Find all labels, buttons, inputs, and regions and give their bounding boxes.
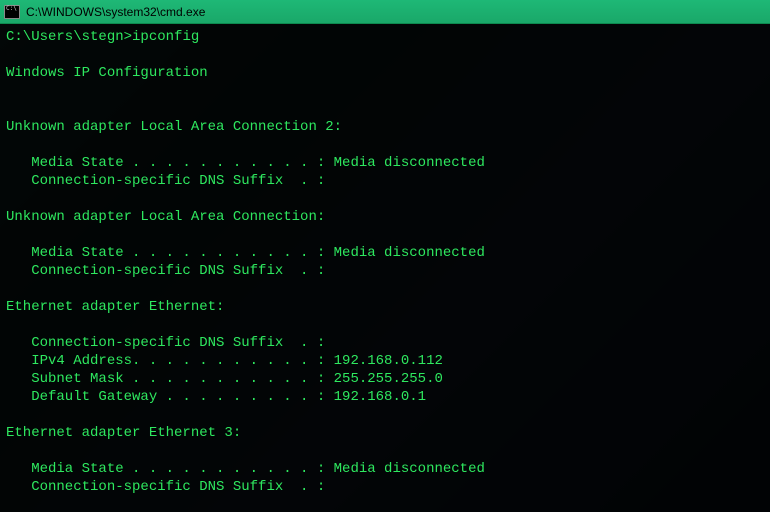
- blank-line: [6, 46, 764, 64]
- adapter-line: Connection-specific DNS Suffix . :: [6, 479, 325, 495]
- blank-line: [6, 226, 764, 244]
- terminal-output[interactable]: C:\Users\stegn>ipconfig Windows IP Confi…: [0, 24, 770, 512]
- blank-line: [6, 406, 764, 424]
- adapter-line: Connection-specific DNS Suffix . :: [6, 173, 325, 189]
- titlebar-text: C:\WINDOWS\system32\cmd.exe: [26, 5, 205, 19]
- blank-line: [6, 136, 764, 154]
- adapter-line: Connection-specific DNS Suffix . :: [6, 335, 325, 351]
- cmd-icon: [4, 4, 20, 20]
- adapter-line: Media State . . . . . . . . . . . : Medi…: [6, 155, 485, 171]
- adapter-line: Subnet Mask . . . . . . . . . . . : 255.…: [6, 371, 443, 387]
- cmd-window: C:\WINDOWS\system32\cmd.exe C:\Users\ste…: [0, 0, 770, 512]
- blank-line: [6, 496, 764, 512]
- adapter-title: Ethernet adapter Ethernet:: [6, 299, 224, 315]
- prompt: C:\Users\stegn>: [6, 29, 132, 45]
- titlebar[interactable]: C:\WINDOWS\system32\cmd.exe: [0, 0, 770, 24]
- prompt-line: C:\Users\stegn>ipconfig: [6, 29, 199, 45]
- adapter-line: Media State . . . . . . . . . . . : Medi…: [6, 461, 485, 477]
- command: ipconfig: [132, 29, 199, 45]
- blank-line: [6, 442, 764, 460]
- adapter-title: Unknown adapter Local Area Connection:: [6, 209, 325, 225]
- adapter-title: Ethernet adapter Ethernet 3:: [6, 425, 241, 441]
- adapter-line: Media State . . . . . . . . . . . : Medi…: [6, 245, 485, 261]
- config-header: Windows IP Configuration: [6, 65, 208, 81]
- blank-line: [6, 316, 764, 334]
- adapter-line: Default Gateway . . . . . . . . . : 192.…: [6, 389, 426, 405]
- blank-line: [6, 280, 764, 298]
- blank-line: [6, 190, 764, 208]
- adapter-line: IPv4 Address. . . . . . . . . . . : 192.…: [6, 353, 443, 369]
- adapter-title: Unknown adapter Local Area Connection 2:: [6, 119, 342, 135]
- blank-line: [6, 82, 764, 100]
- adapter-line: Connection-specific DNS Suffix . :: [6, 263, 325, 279]
